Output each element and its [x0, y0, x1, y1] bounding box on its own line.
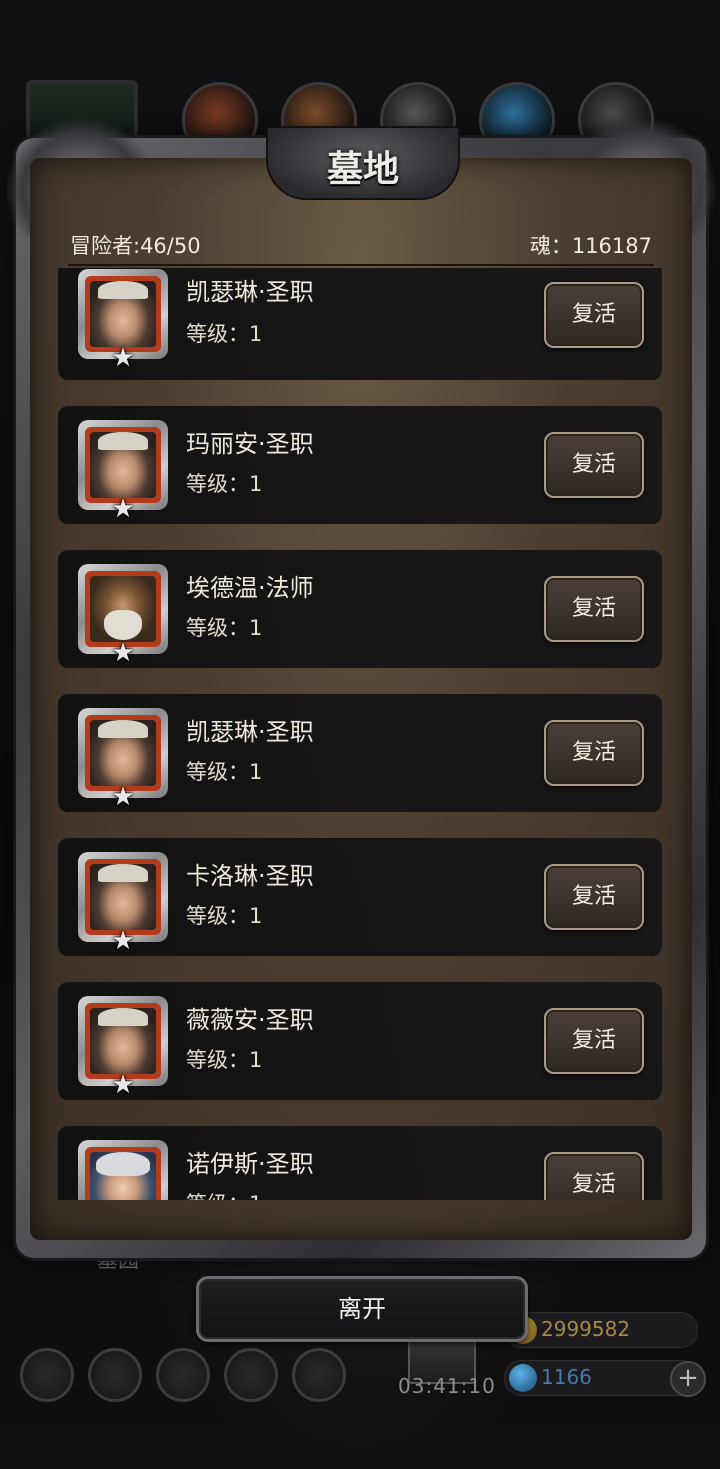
achievement-icon[interactable] [88, 1348, 142, 1402]
hero-name: 凯瑟琳·圣职 [186, 278, 314, 306]
hero-row: ★ 凯瑟琳·圣职 等级：1 复活 [58, 694, 662, 812]
gold-value: 2999582 [541, 1317, 631, 1341]
hero-name: 埃德温·法师 [186, 574, 314, 602]
priestess-portrait [90, 1008, 156, 1074]
hero-portrait[interactable]: ★ [78, 852, 168, 956]
shop-icon[interactable] [292, 1348, 346, 1402]
star-icon: ★ [111, 1070, 135, 1100]
hero-row: ★ 薇薇安·圣职 等级：1 复活 [58, 982, 662, 1100]
gold-counter: 2999582 [504, 1312, 698, 1348]
hero-row: ★ 埃德温·法师 等级：1 复活 [58, 550, 662, 668]
hero-level: 等级：1 [186, 1048, 263, 1072]
star-icon: ★ [111, 926, 135, 956]
hero-portrait[interactable]: ★ [78, 269, 168, 373]
priestess-portrait [90, 864, 156, 930]
priestess-portrait [90, 432, 156, 498]
hero-level: 等级：1 [186, 616, 263, 640]
hero-list[interactable]: ★ 凯瑟琳·圣职 等级：1 复活 ★ 玛丽安·圣职 等级：1 复活 ★ 埃德温·… [58, 268, 662, 1200]
adventurer-count: 冒险者:46/50 [70, 234, 201, 258]
hero-name: 卡洛琳·圣职 [186, 862, 314, 890]
revive-button[interactable]: 复活 [544, 432, 644, 498]
star-icon: ★ [111, 343, 135, 373]
hero-name: 薇薇安·圣职 [186, 1006, 314, 1034]
title-plate: 墓地 [266, 126, 460, 200]
paladin-portrait [90, 1152, 156, 1200]
graveyard-dialog: 墓地 冒险者:46/50 魂：116187 ★ 凯瑟琳·圣职 等级：1 复活 ★… [6, 118, 716, 1258]
revive-button[interactable]: 复活 [544, 282, 644, 348]
hero-row: ★ 卡洛琳·圣职 等级：1 复活 [58, 838, 662, 956]
hero-name: 诺伊斯·圣职 [186, 1150, 314, 1178]
hero-row: ★ 凯瑟琳·圣职 等级：1 复活 [58, 268, 662, 380]
hero-row: ★ 玛丽安·圣职 等级：1 复活 [58, 406, 662, 524]
gem-value: 1166 [541, 1365, 592, 1389]
soul-count: 魂：116187 [529, 234, 652, 258]
quest-icon[interactable] [156, 1348, 210, 1402]
priestess-portrait [90, 720, 156, 786]
dialog-title: 墓地 [326, 148, 399, 190]
revive-button[interactable]: 复活 [544, 864, 644, 930]
add-gems-button[interactable]: + [670, 1361, 706, 1397]
hero-level: 等级：1 [186, 1188, 262, 1200]
hero-name: 玛丽安·圣职 [186, 430, 314, 458]
star-icon: ★ [111, 494, 135, 524]
priestess-portrait [90, 281, 156, 347]
dialog-header: 冒险者:46/50 魂：116187 [70, 230, 652, 264]
revive-button[interactable]: 复活 [544, 720, 644, 786]
hero-row: ★ 诺伊斯·圣职 等级：1 复活 [58, 1126, 662, 1200]
gem-counter: 1166 [504, 1360, 698, 1396]
countdown-timer: 03:41:10 [398, 1374, 496, 1398]
hero-portrait[interactable]: ★ [78, 564, 168, 668]
hero-portrait[interactable]: ★ [78, 420, 168, 524]
settings-icon[interactable] [20, 1348, 74, 1402]
header-divider [68, 264, 654, 266]
hero-level: 等级：1 [186, 760, 263, 784]
leave-button[interactable]: 离开 [196, 1276, 528, 1342]
revive-button[interactable]: 复活 [544, 1152, 644, 1200]
revive-button[interactable]: 复活 [544, 1008, 644, 1074]
hero-level: 等级：1 [186, 472, 263, 496]
star-icon: ★ [111, 782, 135, 812]
revive-button[interactable]: 复活 [544, 576, 644, 642]
hero-name: 凯瑟琳·圣职 [186, 718, 314, 746]
mail-icon[interactable] [224, 1348, 278, 1402]
mage-portrait [90, 576, 156, 642]
hero-portrait[interactable]: ★ [78, 708, 168, 812]
hero-portrait[interactable]: ★ [78, 1140, 168, 1200]
star-icon: ★ [111, 638, 135, 668]
hero-portrait[interactable]: ★ [78, 996, 168, 1100]
hero-level: 等级：1 [186, 322, 263, 346]
gem-icon [509, 1364, 537, 1392]
hero-level: 等级：1 [186, 904, 263, 928]
